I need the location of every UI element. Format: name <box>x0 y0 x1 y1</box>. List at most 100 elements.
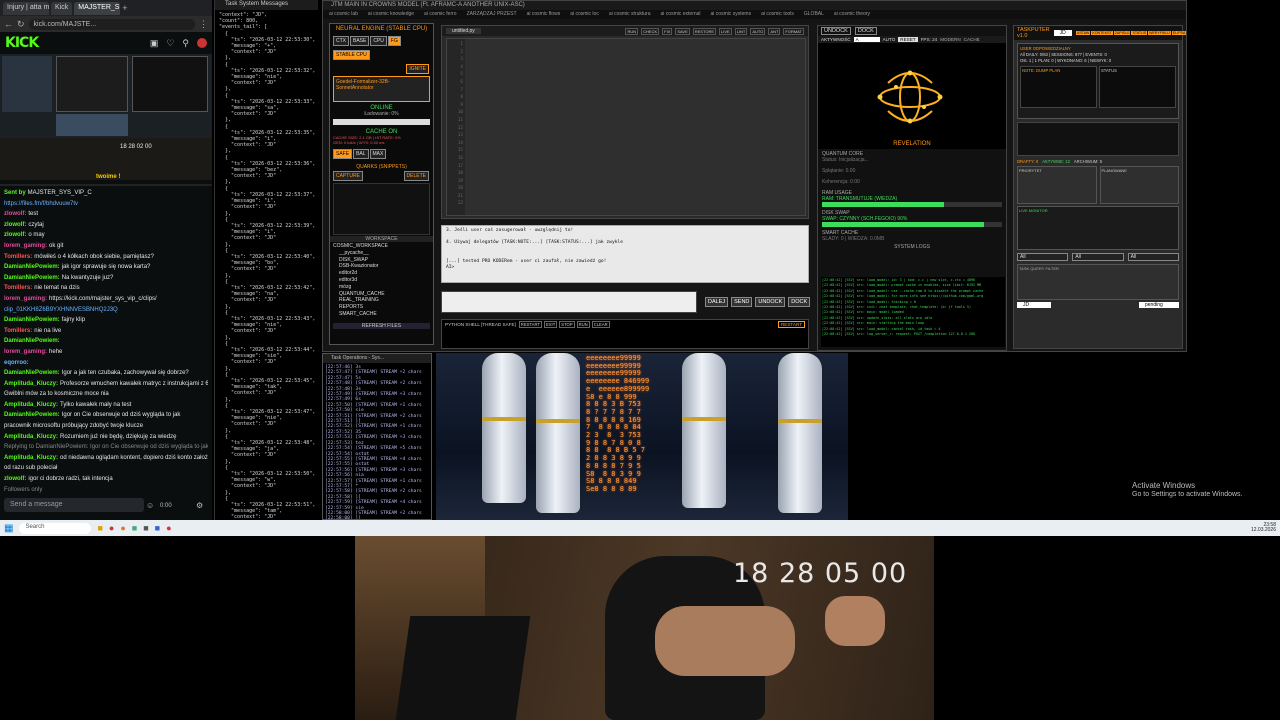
menu-item[interactable]: ai cosmic struktura <box>609 11 651 18</box>
editor-tool-button[interactable]: ANT <box>768 27 781 35</box>
tree-item[interactable]: mózg <box>333 284 430 291</box>
chat-username[interactable]: DamianNiePowiem: <box>4 370 60 376</box>
task-list[interactable] <box>1017 122 1179 156</box>
app-icon[interactable]: ■ <box>143 523 148 533</box>
chat-username[interactable]: zlowolf: <box>4 232 26 238</box>
menu-item[interactable]: ai cosmic systems <box>711 11 752 18</box>
kick-logo[interactable]: KICK <box>5 35 39 51</box>
chat-message-input[interactable]: Send a message <box>4 498 144 512</box>
settings-icon[interactable]: ⚙ <box>196 501 203 510</box>
taskputer-mode-select[interactable]: JD <box>1053 30 1072 36</box>
shell-button[interactable]: RUN <box>576 321 590 328</box>
viz-mode[interactable]: CACHE <box>964 37 980 42</box>
tree-item[interactable]: QUANTUM_CACHE <box>333 291 430 298</box>
chat-username[interactable]: DamianNiePowiem: <box>4 317 60 323</box>
menu-item[interactable]: ai cosmic external <box>661 11 701 18</box>
menu-item[interactable]: ai cosmic flows <box>527 11 561 18</box>
viz-dock-button[interactable]: DOCK <box>854 27 877 35</box>
tree-item[interactable]: DISK_SWAP <box>333 257 430 264</box>
max-mode-button[interactable]: MAX <box>369 149 387 159</box>
game-preview[interactable]: eeeeeeee99999 eeeeeeee99999 eeeeeeee9999… <box>436 353 848 520</box>
chat-username[interactable]: Tomillers: <box>4 285 32 291</box>
status-box[interactable]: STATUS <box>1099 66 1176 108</box>
safe-mode-button[interactable]: SAFE <box>333 149 353 159</box>
filter-select[interactable]: All <box>1127 253 1179 261</box>
system-tray-clock[interactable]: 23:58 12.03.2026 <box>1251 523 1276 533</box>
tree-item[interactable]: SMART_CACHE <box>333 311 430 318</box>
editor-tool-button[interactable]: FIX <box>662 27 673 35</box>
taskputer-tab[interactable]: USTAW <box>1075 31 1091 35</box>
auto-checkbox[interactable]: AUTO <box>883 37 896 42</box>
taskputer-tab[interactable]: KONTEKST <box>1091 31 1113 35</box>
shell-button[interactable]: RESTART <box>518 321 542 328</box>
chat-username[interactable]: Tomillers: <box>4 254 32 260</box>
dalej-button[interactable]: DALEJ <box>705 297 729 307</box>
chat-username[interactable]: zlowolf: <box>4 211 26 217</box>
footer-mode-select[interactable]: JD <box>1017 302 1051 308</box>
planned-box[interactable]: PLANOWANE <box>1099 166 1179 204</box>
viz-reset-button[interactable]: RESET <box>898 37 918 42</box>
chat-username[interactable]: DamianNiePowiem: <box>4 275 60 281</box>
chat-username[interactable]: Amplituda_Kluczy: <box>4 434 58 440</box>
drafts-count[interactable]: DRAFTY: 0 <box>1017 159 1038 164</box>
ignite-button[interactable]: IGNITE <box>406 64 429 74</box>
cpu-button[interactable]: CPU <box>370 36 387 46</box>
shell-restart-button[interactable]: RESTART <box>777 321 805 328</box>
menu-item[interactable]: ai cosmic knowledge <box>368 11 414 18</box>
heart-icon[interactable]: ♡ <box>166 38 174 49</box>
model-select[interactable]: Goedel-Formalizer-32B-SonnetAnnotator <box>333 76 430 102</box>
chat-username[interactable]: Amplituda_Kluczy: <box>4 455 58 461</box>
new-tab-icon[interactable]: + <box>122 3 127 13</box>
shell-button[interactable]: STOP <box>559 321 575 328</box>
editor-tool-button[interactable]: RESTORE <box>692 27 717 35</box>
tree-item[interactable]: REAL_TRAINING <box>333 297 430 304</box>
app-icon[interactable]: ■ <box>155 523 160 533</box>
task-query[interactable]: TASK QUERY FILTER <box>1017 264 1179 300</box>
chat-username[interactable]: DamianNiePowiem: <box>4 412 60 418</box>
chat-username[interactable]: lorem_gaming: <box>4 296 47 302</box>
tree-item[interactable]: editor3d <box>333 277 430 284</box>
url-input[interactable]: kick.com/MAJSTE... <box>28 18 195 30</box>
editor-tool-button[interactable]: FORMAT <box>783 27 804 35</box>
ctx-button[interactable]: CTX <box>333 36 349 46</box>
shell-button[interactable]: EXIT <box>543 321 558 328</box>
browser-tab-active[interactable]: MAJSTER_S <box>74 1 121 15</box>
editor-tool-button[interactable]: AUTO <box>750 27 766 35</box>
archive-count[interactable]: ARCHIWUM: 5 <box>1074 159 1102 164</box>
viz-undock-button[interactable]: UNDOCK <box>821 27 851 35</box>
editor-tool-button[interactable]: SAVE <box>675 27 690 35</box>
send-button[interactable]: SEND <box>731 297 753 307</box>
app-icon[interactable]: ● <box>166 523 171 533</box>
bal-mode-button[interactable]: BAL <box>353 149 369 159</box>
chat-username[interactable]: lorem_gaming: <box>4 243 47 249</box>
filter-select[interactable]: All <box>1072 253 1124 261</box>
base-button[interactable]: BASE <box>350 36 370 46</box>
shell-button[interactable]: CLEAR <box>591 321 610 328</box>
menu-item[interactable]: ai cosmic tools <box>761 11 794 18</box>
stream-video[interactable]: 18 28 02 00 twoime ! <box>0 54 212 180</box>
footer-status-select[interactable]: pending <box>1139 302 1179 308</box>
chat-username[interactable]: lorem_gaming: <box>4 349 47 355</box>
editor-tool-button[interactable]: RUN <box>625 27 639 35</box>
chat-username[interactable]: DamianNiePowiem: <box>4 264 60 270</box>
note-plan-box[interactable]: NOTE: DUMP PLAN <box>1020 66 1097 108</box>
taskputer-tab[interactable]: WERYFIKUJ <box>1148 31 1171 35</box>
revelation-canvas[interactable]: REVELATION <box>818 43 1006 149</box>
delete-button[interactable]: DELETE <box>403 171 429 181</box>
python-shell[interactable]: PYTHON SHELL [THREAD SAFE] RESTART EXIT ST… <box>441 319 809 349</box>
app-icon[interactable]: ● <box>120 523 125 533</box>
tree-item[interactable]: __pycache__ <box>333 250 430 257</box>
dock-button[interactable]: DOCK <box>788 297 811 307</box>
capture-button[interactable]: CAPTURE <box>333 171 363 181</box>
refresh-files-button[interactable]: REFRESH FILES <box>333 323 430 329</box>
browser-icon[interactable]: ● <box>109 523 114 533</box>
tree-item[interactable]: REPORTS <box>333 304 430 311</box>
app-icon[interactable]: ■ <box>132 523 137 533</box>
taskputer-tab[interactable]: ZAPISUJ <box>1113 31 1131 35</box>
menu-item[interactable]: ai cosmic ferro <box>424 11 457 18</box>
taskputer-tab[interactable]: ELIPSA <box>1171 31 1186 35</box>
snippets-list[interactable] <box>333 183 430 235</box>
back-icon[interactable]: ← <box>4 19 13 29</box>
menu-icon[interactable]: ⋮ <box>199 19 208 30</box>
editor-tool-button[interactable]: LINT <box>734 27 748 35</box>
